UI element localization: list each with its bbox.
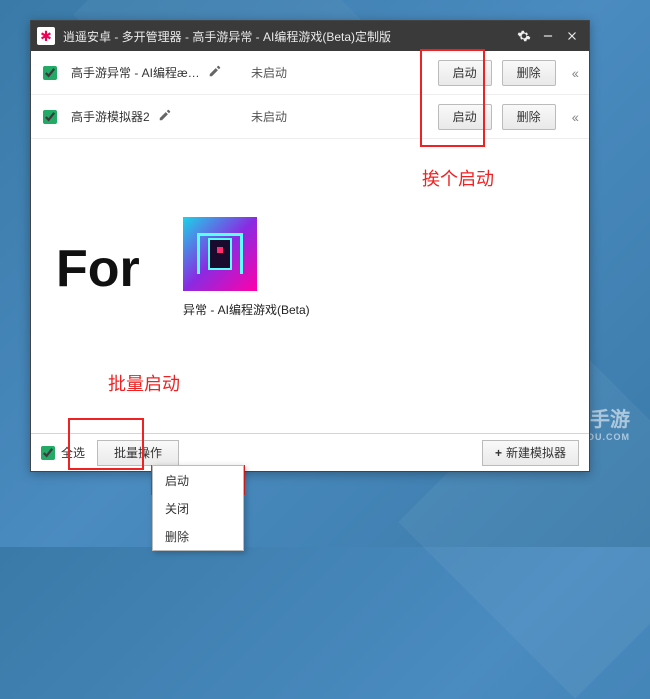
close-icon xyxy=(565,29,579,43)
settings-button[interactable] xyxy=(513,25,535,47)
menu-item-launch[interactable]: 启动 xyxy=(153,466,243,494)
list-item: 高手游模拟器2 未启动 启动 删除 ‹‹ xyxy=(31,95,589,139)
list-item: 高手游异常 - AI编程æ… 未启动 启动 删除 ‹‹ xyxy=(31,51,589,95)
select-all-checkbox[interactable]: 全选 xyxy=(41,444,85,461)
minimize-button[interactable] xyxy=(537,25,559,47)
batch-ops-button[interactable]: 批量操作 xyxy=(97,440,179,466)
batch-context-menu: 启动 关闭 删除 xyxy=(152,465,244,551)
window-title: 逍遥安卓 - 多开管理器 - 高手游异常 - AI编程游戏(Beta)定制版 xyxy=(63,28,511,45)
app-icon xyxy=(183,217,257,291)
edit-name-button[interactable] xyxy=(208,64,222,81)
app-logo-icon: ✱ xyxy=(37,27,55,45)
row-name-label: 高手游异常 - AI编程æ… xyxy=(71,64,200,81)
select-all-input[interactable] xyxy=(41,446,55,460)
more-button[interactable]: ‹‹ xyxy=(572,65,577,81)
delete-button[interactable]: 删除 xyxy=(502,104,556,130)
for-label: For xyxy=(56,239,140,299)
close-button[interactable] xyxy=(561,25,583,47)
pencil-icon xyxy=(208,64,222,78)
main-window: ✱ 逍遥安卓 - 多开管理器 - 高手游异常 - AI编程游戏(Beta)定制版… xyxy=(30,20,590,472)
select-all-label: 全选 xyxy=(61,444,85,461)
row-status: 未启动 xyxy=(251,64,351,81)
row-name-label: 高手游模拟器2 xyxy=(71,108,150,125)
annotation-each-start: 挨个启动 xyxy=(422,165,494,191)
minimize-icon xyxy=(541,29,555,43)
new-simulator-button[interactable]: + 新建模拟器 xyxy=(482,440,579,466)
app-block[interactable]: 异常 - AI编程游戏(Beta) xyxy=(183,217,310,318)
annotation-batch-start: 批量启动 xyxy=(108,370,180,396)
launch-button[interactable]: 启动 xyxy=(438,104,492,130)
row-checkbox[interactable] xyxy=(43,66,57,80)
plus-icon: + xyxy=(495,446,502,460)
more-button[interactable]: ‹‹ xyxy=(572,109,577,125)
bottombar: 全选 批量操作 + 新建模拟器 xyxy=(31,433,589,471)
menu-item-delete[interactable]: 删除 xyxy=(153,522,243,550)
pencil-icon xyxy=(158,108,172,122)
new-sim-label: 新建模拟器 xyxy=(506,444,566,461)
delete-button[interactable]: 删除 xyxy=(502,60,556,86)
launch-button[interactable]: 启动 xyxy=(438,60,492,86)
gear-icon xyxy=(517,29,531,43)
instance-list: 高手游异常 - AI编程æ… 未启动 启动 删除 ‹‹ 高手游模拟器2 未启动 xyxy=(31,51,589,139)
menu-item-close[interactable]: 关闭 xyxy=(153,494,243,522)
row-checkbox[interactable] xyxy=(43,110,57,124)
row-status: 未启动 xyxy=(251,108,351,125)
app-name-label: 异常 - AI编程游戏(Beta) xyxy=(183,301,310,318)
titlebar: ✱ 逍遥安卓 - 多开管理器 - 高手游异常 - AI编程游戏(Beta)定制版 xyxy=(31,21,589,51)
edit-name-button[interactable] xyxy=(158,108,172,125)
